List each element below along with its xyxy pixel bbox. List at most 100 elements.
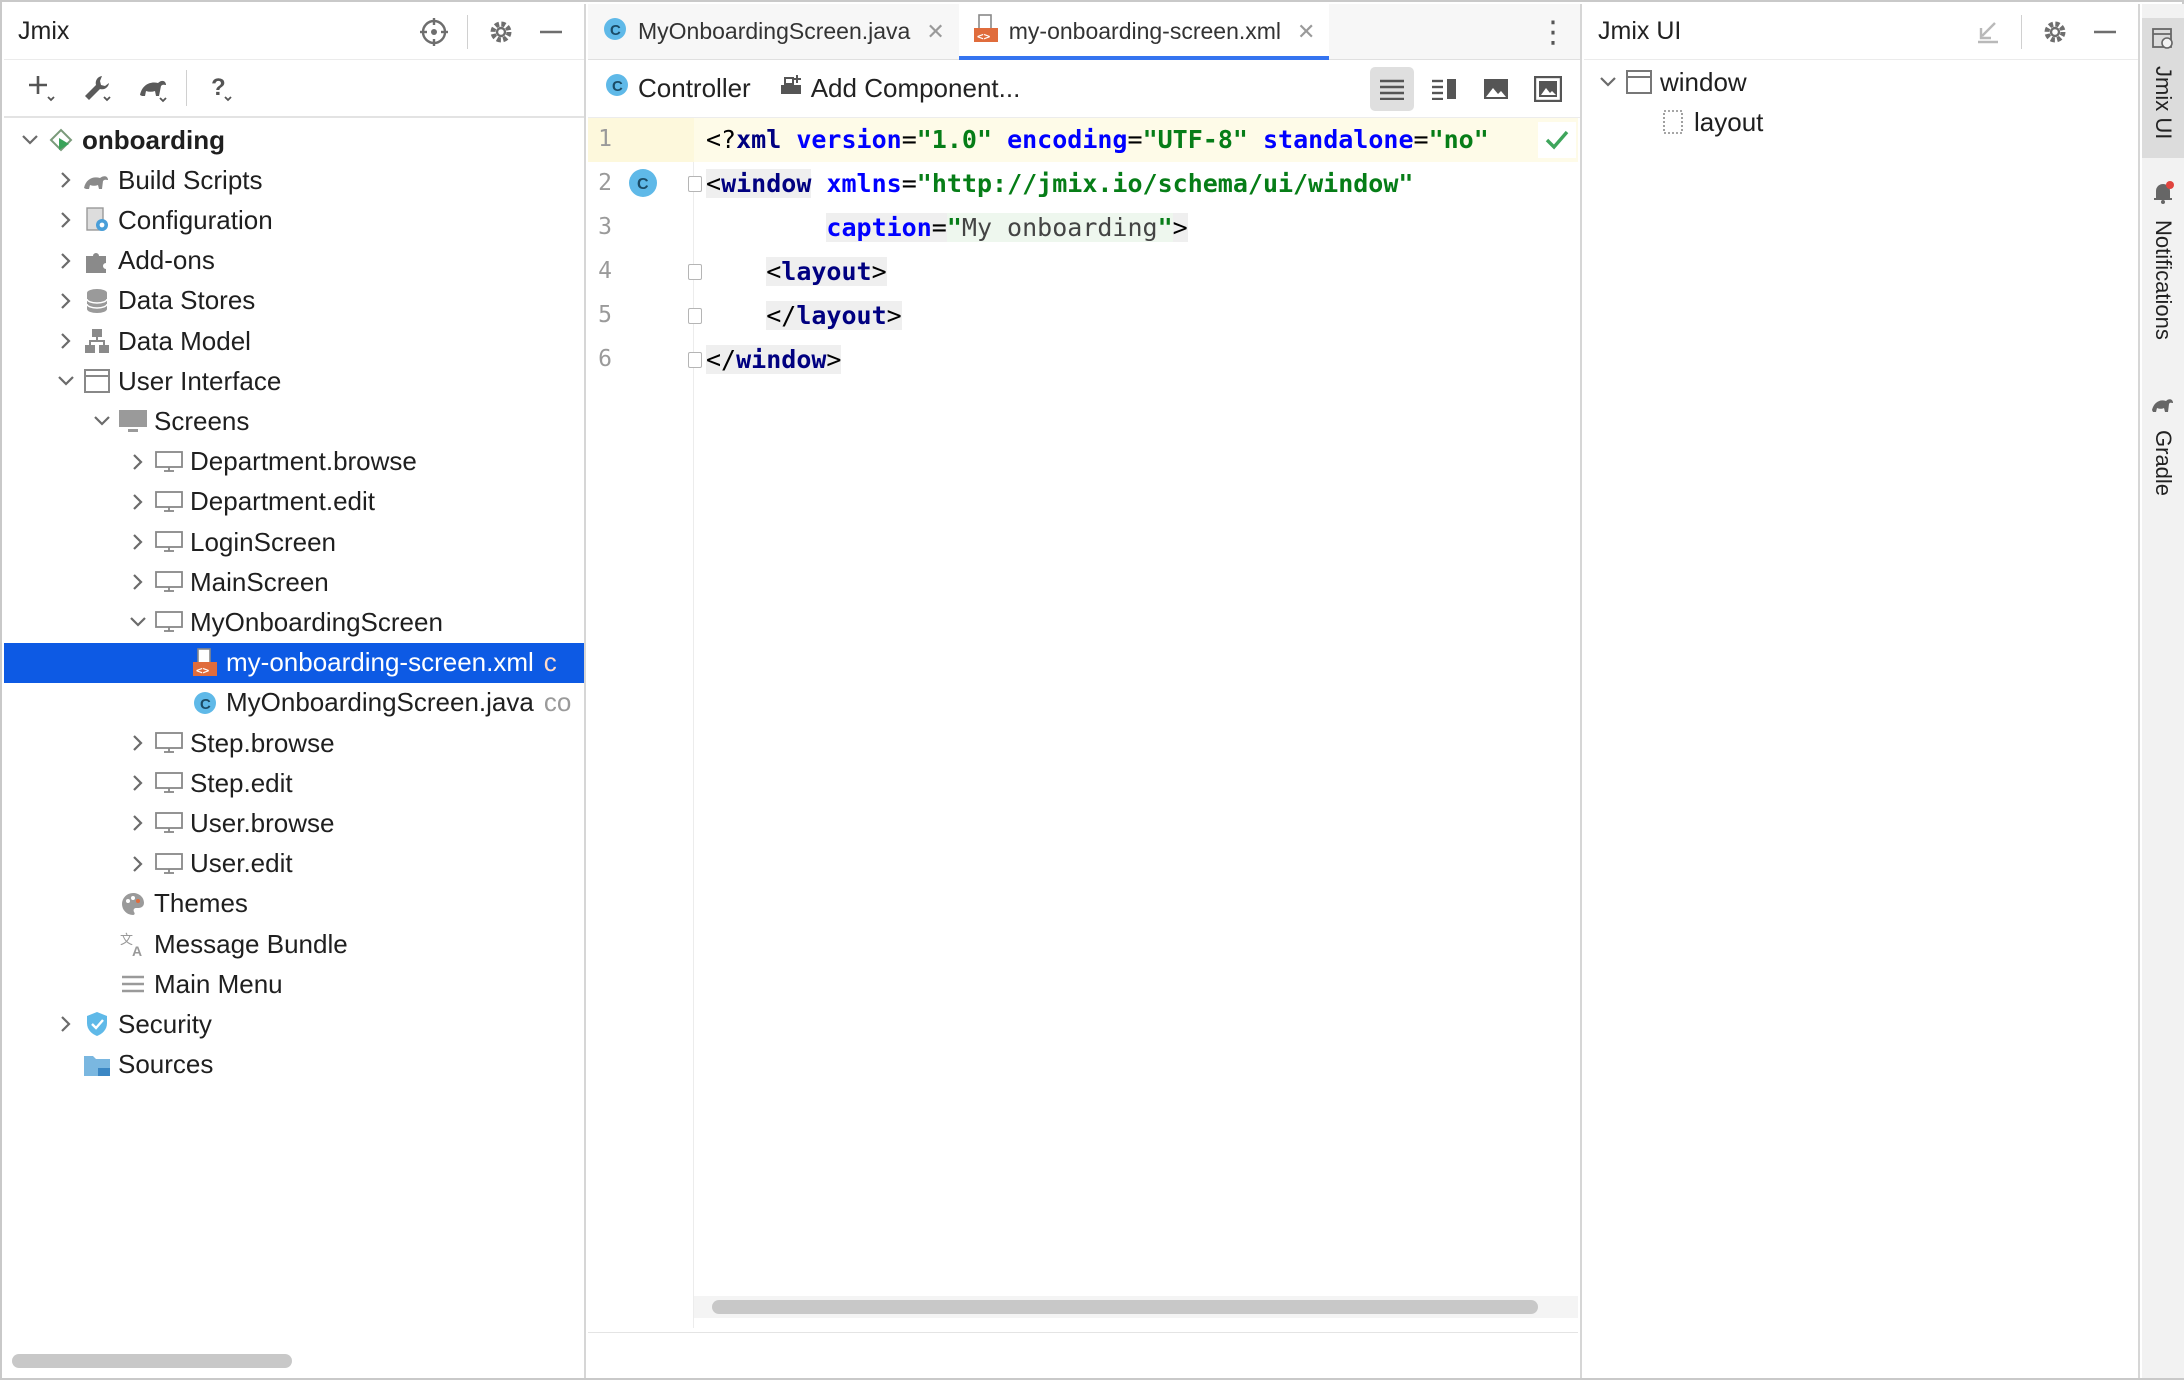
tab-xml-descriptor[interactable]: <> my-onboarding-screen.xml ✕ (958, 4, 1330, 60)
chevron-right-icon[interactable] (126, 442, 150, 482)
code-line-5: </layout> (766, 301, 902, 330)
chevron-down-icon[interactable] (54, 361, 78, 401)
add-icon[interactable] (18, 65, 64, 111)
tree-item-label: Department.edit (190, 486, 375, 517)
gear-icon[interactable] (478, 9, 524, 55)
chevron-right-icon[interactable] (54, 281, 78, 321)
tree-item[interactable]: MainScreen (4, 562, 584, 602)
svg-text:C: C (612, 78, 623, 95)
fold-marker-icon[interactable] (688, 176, 702, 192)
chevron-right-icon[interactable] (54, 241, 78, 281)
collapse-arrow-icon[interactable] (1965, 9, 2011, 55)
help-icon[interactable]: ? (197, 65, 243, 111)
chevron-right-icon[interactable] (126, 763, 150, 803)
fold-marker-icon[interactable] (688, 308, 702, 324)
chevron-right-icon[interactable] (126, 844, 150, 884)
tree-item[interactable]: LoginScreen (4, 522, 584, 562)
tree-item[interactable]: Main Menu (4, 964, 584, 1004)
data-model-icon (82, 326, 112, 356)
tree-item-label: Security (118, 1008, 212, 1039)
tree-item[interactable]: MyOnboardingScreen (4, 602, 584, 642)
tree-item[interactable]: Data Model (4, 321, 584, 361)
gradle-icon[interactable] (130, 65, 176, 111)
tree-item[interactable]: Department.browse (4, 442, 584, 482)
editor-area: C MyOnboardingScreen.java ✕ <> my-onboar… (588, 4, 1582, 1378)
add-component-icon (779, 73, 803, 104)
notifications-tool-tab[interactable]: Notifications (2142, 180, 2184, 360)
screen-icon (154, 447, 184, 477)
chevron-down-icon[interactable] (126, 602, 150, 642)
chevron-right-icon[interactable] (126, 723, 150, 763)
tree-item[interactable]: C MyOnboardingScreen.java co (4, 683, 584, 723)
controller-button[interactable]: C Controller (604, 72, 751, 105)
tree-item[interactable]: 文 A Message Bundle (4, 924, 584, 964)
chevron-down-icon[interactable] (1596, 62, 1620, 102)
java-class-icon: C (604, 72, 630, 105)
more-options-icon[interactable]: ⋮ (1538, 4, 1568, 60)
tree-item[interactable]: User.browse (4, 803, 584, 843)
chevron-right-icon[interactable] (54, 200, 78, 240)
horizontal-scrollbar[interactable] (712, 1300, 1538, 1314)
minimize-icon[interactable] (2082, 9, 2128, 55)
locate-icon[interactable] (411, 9, 457, 55)
tree-item-label: Screens (154, 405, 250, 436)
chevron-right-icon[interactable] (126, 562, 150, 602)
preview-view-icon[interactable] (1474, 67, 1518, 111)
add-component-button[interactable]: Add Component... (779, 73, 1020, 104)
tree-item-label: Build Scripts (118, 164, 263, 195)
tree-item-label: Data Model (118, 325, 251, 356)
minimize-icon[interactable] (528, 9, 574, 55)
gradle-tool-tab[interactable]: Gradle (2142, 392, 2184, 502)
text-view-icon[interactable] (1370, 67, 1414, 111)
gear-icon[interactable] (2032, 9, 2078, 55)
line-number: 3 (598, 214, 612, 240)
tree-item[interactable]: Security (4, 1004, 584, 1044)
chevron-right-icon[interactable] (126, 522, 150, 562)
svg-text:<>: <> (196, 664, 210, 677)
chevron-right-icon[interactable] (126, 803, 150, 843)
code-editor[interactable]: 1 2 3 4 5 6 C <?xml version="1.0" encodi… (588, 118, 1578, 1328)
tree-item[interactable]: Sources (4, 1045, 584, 1085)
tree-item[interactable]: Screens (4, 401, 584, 441)
tab-java-controller[interactable]: C MyOnboardingScreen.java ✕ (588, 4, 959, 59)
tree-item[interactable]: <> my-onboarding-screen.xml c (4, 642, 584, 683)
hierarchy-item-layout[interactable]: layout (1584, 102, 2140, 142)
designer-toolbar: C Controller Add Component... (588, 60, 1580, 118)
tree-item[interactable]: Department.edit (4, 482, 584, 522)
close-icon[interactable]: ✕ (1297, 19, 1315, 45)
chevron-right-icon[interactable] (54, 321, 78, 361)
checkmark-icon[interactable] (1538, 122, 1576, 158)
fold-marker-icon[interactable] (688, 352, 702, 368)
tree-item[interactable]: Data Stores (4, 281, 584, 321)
tree-item[interactable]: Build Scripts (4, 160, 584, 200)
tree-item[interactable]: Step.edit (4, 763, 584, 803)
ide-window: Jmix ? onboarding Build Scripts Configur… (0, 0, 2184, 1380)
tree-item[interactable]: User.edit (4, 844, 584, 884)
hierarchy-item-window[interactable]: window (1584, 62, 2140, 102)
fold-marker-icon[interactable] (688, 264, 702, 280)
tree-item[interactable]: User Interface (4, 361, 584, 401)
folder-icon (82, 1050, 112, 1080)
chevron-down-icon[interactable] (90, 401, 114, 441)
chevron-right-icon[interactable] (126, 482, 150, 522)
line-number: 5 (598, 302, 612, 328)
jmix-ui-tool-tab[interactable]: Jmix UI (2142, 18, 2184, 158)
split-view-icon[interactable] (1422, 67, 1466, 111)
tree-item[interactable]: Themes (4, 884, 584, 924)
tree-item[interactable]: Add-ons (4, 241, 584, 281)
horizontal-scrollbar[interactable] (12, 1354, 292, 1368)
chevron-down-icon[interactable] (18, 120, 42, 160)
tree-item[interactable]: Step.browse (4, 723, 584, 763)
wrench-icon[interactable] (74, 65, 120, 111)
hierarchy-label: window (1660, 66, 1747, 97)
panel-title: Jmix (18, 17, 70, 45)
controller-gutter-icon[interactable]: C (628, 168, 658, 204)
close-icon[interactable]: ✕ (926, 19, 944, 45)
tree-item[interactable]: Configuration (4, 200, 584, 240)
svg-text:C: C (610, 22, 621, 39)
designer-view-icon[interactable] (1526, 67, 1570, 111)
chevron-right-icon[interactable] (54, 1004, 78, 1044)
chevron-right-icon[interactable] (54, 160, 78, 200)
tree-item[interactable]: onboarding (4, 120, 584, 160)
